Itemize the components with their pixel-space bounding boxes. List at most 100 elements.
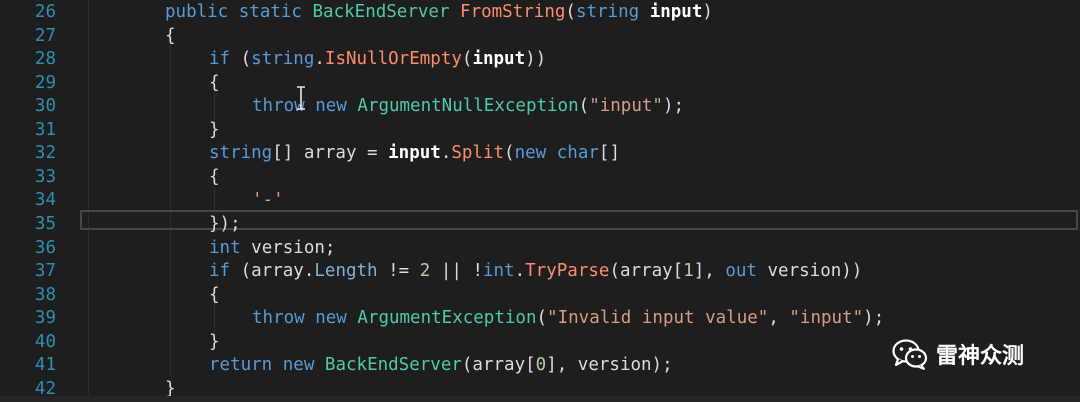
code-token: ],	[693, 261, 726, 282]
code-line[interactable]: 34 '-'	[0, 189, 1080, 213]
code-token: TryParse	[525, 261, 610, 282]
line-code[interactable]: throw new ArgumentNullException("input")…	[252, 95, 684, 119]
code-line[interactable]: 32 string[] array = input.Split(new char[…	[0, 142, 1080, 166]
code-token: {	[209, 166, 220, 187]
line-code[interactable]: public static BackEndServer FromString(s…	[165, 1, 713, 25]
code-token: {	[209, 72, 220, 93]
line-code[interactable]: if (string.IsNullOrEmpty(input))	[209, 48, 546, 72]
line-number: 36	[34, 237, 56, 258]
line-code[interactable]: {	[209, 72, 220, 96]
code-token: int	[482, 261, 515, 282]
line-code[interactable]: '-'	[252, 189, 284, 213]
line-number: 30	[34, 96, 56, 117]
line-number: 32	[34, 143, 56, 164]
code-token: (	[461, 49, 473, 70]
line-code[interactable]: string[] array = input.Split(new char[]	[209, 142, 620, 166]
wechat-icon	[892, 339, 928, 370]
code-token: ArgumentNullException	[357, 96, 579, 117]
line-number: 31	[34, 119, 56, 140]
horizontal-scrollbar[interactable]	[0, 396, 1080, 402]
text-cursor-icon	[297, 86, 305, 110]
code-token: }	[209, 119, 220, 140]
code-token: ))	[525, 49, 547, 70]
code-token: (array.	[240, 261, 315, 282]
code-line[interactable]: 28 if (string.IsNullOrEmpty(input))	[0, 48, 1080, 72]
code-token: {	[209, 284, 220, 305]
code-line[interactable]: 26 public static BackEndServer FromString…	[0, 1, 1080, 25]
line-number: 35	[34, 213, 56, 234]
code-token: input	[472, 49, 526, 70]
code-line[interactable]: 33 {	[0, 166, 1080, 190]
code-token: string	[575, 2, 650, 22]
code-token: int	[209, 237, 252, 258]
code-token: || !	[430, 261, 483, 282]
code-token: throw	[252, 308, 316, 329]
code-token: !=	[377, 261, 420, 282]
code-token: 2	[419, 261, 431, 282]
code-token: Split	[451, 143, 505, 164]
code-line[interactable]: 36 int version;	[0, 237, 1080, 261]
code-line[interactable]: 37 if (array.Length != 2 || !int.TryParse…	[0, 260, 1080, 284]
code-token: version))	[767, 261, 863, 282]
code-token: (array[	[609, 261, 684, 282]
line-code[interactable]: int version;	[209, 237, 335, 261]
code-token: FromString	[460, 2, 566, 22]
line-number: 29	[34, 72, 56, 93]
line-code[interactable]: });	[209, 213, 241, 237]
code-token: return	[209, 355, 283, 376]
code-token: (array[	[461, 355, 536, 376]
code-token: ], version);	[546, 355, 673, 376]
code-token: );	[662, 96, 685, 117]
line-number: 40	[34, 331, 56, 352]
line-code[interactable]: {	[165, 25, 176, 49]
line-code[interactable]: return new BackEndServer(array[0], versi…	[209, 354, 673, 378]
code-line[interactable]: 38 {	[0, 284, 1080, 308]
line-code[interactable]: }	[209, 331, 220, 355]
code-editor[interactable]: 26 public static BackEndServer FromString…	[0, 0, 1080, 402]
line-code[interactable]: throw new ArgumentException("Invalid inp…	[252, 307, 884, 331]
line-number: 39	[34, 308, 56, 329]
code-token: if	[209, 261, 241, 282]
code-token: (	[536, 308, 548, 329]
code-line[interactable]: 29 {	[0, 72, 1080, 96]
watermark-text: 雷神众测	[936, 344, 1025, 369]
code-token: BackEndServer	[324, 355, 462, 376]
line-number: 37	[34, 261, 56, 282]
code-line[interactable]: 27 {	[0, 25, 1080, 49]
line-number: 28	[34, 49, 56, 70]
line-number: 26	[34, 2, 56, 22]
code-token: '-'	[252, 190, 284, 211]
code-token: "input"	[589, 96, 663, 117]
code-line[interactable]: 35});	[0, 213, 1080, 237]
code-token: BackEndServer	[312, 2, 461, 22]
code-line[interactable]: 30 throw new ArgumentNullException("input…	[0, 95, 1080, 119]
code-token: [] array =	[272, 143, 389, 164]
line-number: 33	[34, 166, 56, 187]
line-code[interactable]: {	[209, 166, 220, 190]
code-token: out	[725, 261, 768, 282]
line-code[interactable]: {	[209, 284, 220, 308]
line-code[interactable]: }	[209, 119, 220, 143]
code-token: );	[863, 308, 885, 329]
code-token: char	[556, 143, 599, 164]
code-token: )	[702, 2, 713, 22]
line-number: 41	[34, 355, 56, 376]
line-number: 27	[34, 25, 56, 46]
code-token: input	[649, 2, 703, 22]
code-token: (	[578, 96, 590, 117]
code-token: 1	[683, 261, 694, 282]
code-token: new	[315, 308, 358, 329]
code-token: ,	[768, 308, 790, 329]
code-token: .	[314, 49, 325, 70]
code-token: public static	[165, 2, 313, 22]
code-line[interactable]: 31}	[0, 119, 1080, 143]
code-token: "Invalid input value"	[547, 308, 769, 329]
code-token: []	[598, 143, 620, 164]
code-token: new	[282, 355, 325, 376]
code-token: IsNullOrEmpty	[324, 49, 462, 70]
code-token: string	[209, 143, 273, 164]
code-line[interactable]: 39 throw new ArgumentException("Invalid i…	[0, 307, 1080, 331]
watermark: 雷神众测	[892, 336, 1024, 372]
line-code[interactable]: if (array.Length != 2 || !int.TryParse(a…	[209, 260, 862, 284]
code-token: new	[315, 96, 358, 117]
